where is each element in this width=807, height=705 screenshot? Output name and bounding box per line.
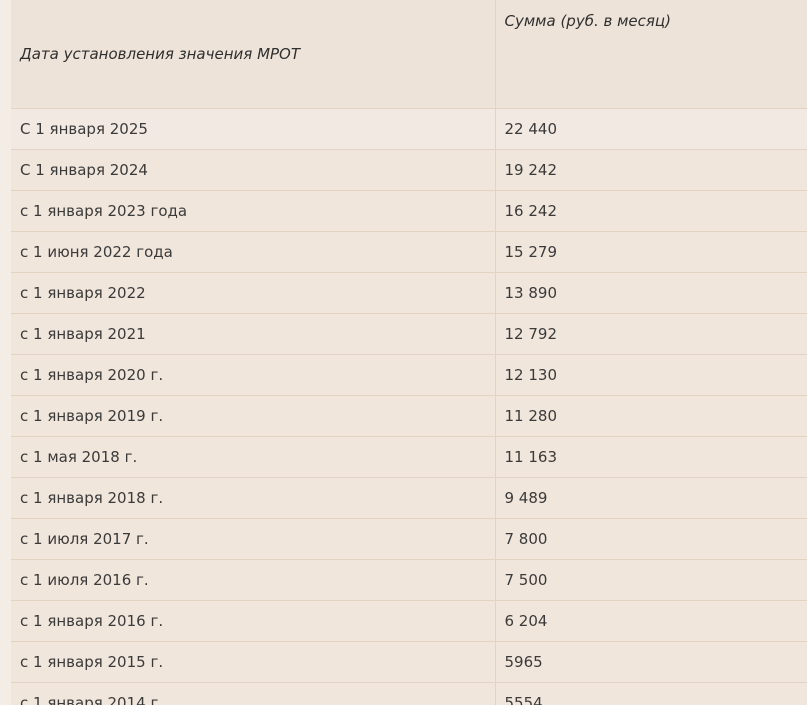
cell-amount: 12 130	[495, 354, 807, 396]
cell-amount: 12 792	[495, 313, 807, 355]
header-row: Дата установления значения МРОТ Сумма (р…	[11, 0, 807, 109]
cell-amount: 22 440	[495, 108, 807, 150]
table-row: с 1 января 2020 г. 12 130	[11, 354, 807, 396]
table-row: с 1 января 2023 года 16 242	[11, 190, 807, 232]
cell-amount: 11 163	[495, 436, 807, 478]
cell-date: с 1 января 2016 г.	[11, 600, 496, 642]
table-row: с 1 января 2018 г. 9 489	[11, 477, 807, 519]
header-amount: Сумма (руб. в месяц)	[495, 0, 807, 109]
cell-amount: 7 500	[495, 559, 807, 601]
table-row: с 1 июля 2017 г. 7 800	[11, 518, 807, 560]
cell-amount: 11 280	[495, 395, 807, 437]
cell-date: с 1 января 2020 г.	[11, 354, 496, 396]
table-row: с 1 января 2015 г. 5965	[11, 641, 807, 683]
table-row: с 1 мая 2018 г. 11 163	[11, 436, 807, 478]
mrot-table: Дата установления значения МРОТ Сумма (р…	[11, 0, 807, 705]
cell-date: с 1 июля 2017 г.	[11, 518, 496, 560]
table-row: с 1 июля 2016 г. 7 500	[11, 559, 807, 601]
cell-date: с 1 июня 2022 года	[11, 231, 496, 273]
cell-amount: 19 242	[495, 149, 807, 191]
cell-date: с 1 января 2015 г.	[11, 641, 496, 683]
table-row: С 1 января 2024 19 242	[11, 149, 807, 191]
cell-date: С 1 января 2025	[11, 108, 496, 150]
cell-date: с 1 января 2022	[11, 272, 496, 314]
table-row: С 1 января 2025 22 440	[11, 108, 807, 150]
cell-date: с 1 января 2018 г.	[11, 477, 496, 519]
cell-amount: 16 242	[495, 190, 807, 232]
cell-amount: 13 890	[495, 272, 807, 314]
table-header: Дата установления значения МРОТ Сумма (р…	[11, 0, 807, 109]
cell-amount: 7 800	[495, 518, 807, 560]
table-body: С 1 января 2025 22 440 С 1 января 2024 19 2…	[11, 108, 807, 705]
header-date: Дата установления значения МРОТ	[11, 0, 496, 109]
cell-amount: 6 204	[495, 600, 807, 642]
cell-date: с 1 января 2023 года	[11, 190, 496, 232]
cell-date: с 1 января 2019 г.	[11, 395, 496, 437]
cell-date: с 1 января 2014 г.	[11, 682, 496, 705]
table-row: с 1 января 2016 г. 6 204	[11, 600, 807, 642]
cell-date: с 1 мая 2018 г.	[11, 436, 496, 478]
cell-date: С 1 января 2024	[11, 149, 496, 191]
page: Дата установления значения МРОТ Сумма (р…	[0, 0, 807, 705]
table-row: с 1 января 2022 13 890	[11, 272, 807, 314]
cell-amount: 5965	[495, 641, 807, 683]
table-row: с 1 июня 2022 года 15 279	[11, 231, 807, 273]
table-row: с 1 января 2014 г. 5554	[11, 682, 807, 705]
cell-amount: 9 489	[495, 477, 807, 519]
cell-date: с 1 июля 2016 г.	[11, 559, 496, 601]
cell-amount: 15 279	[495, 231, 807, 273]
table-row: с 1 января 2019 г. 11 280	[11, 395, 807, 437]
cell-amount: 5554	[495, 682, 807, 705]
table-row: с 1 января 2021 12 792	[11, 313, 807, 355]
cell-date: с 1 января 2021	[11, 313, 496, 355]
